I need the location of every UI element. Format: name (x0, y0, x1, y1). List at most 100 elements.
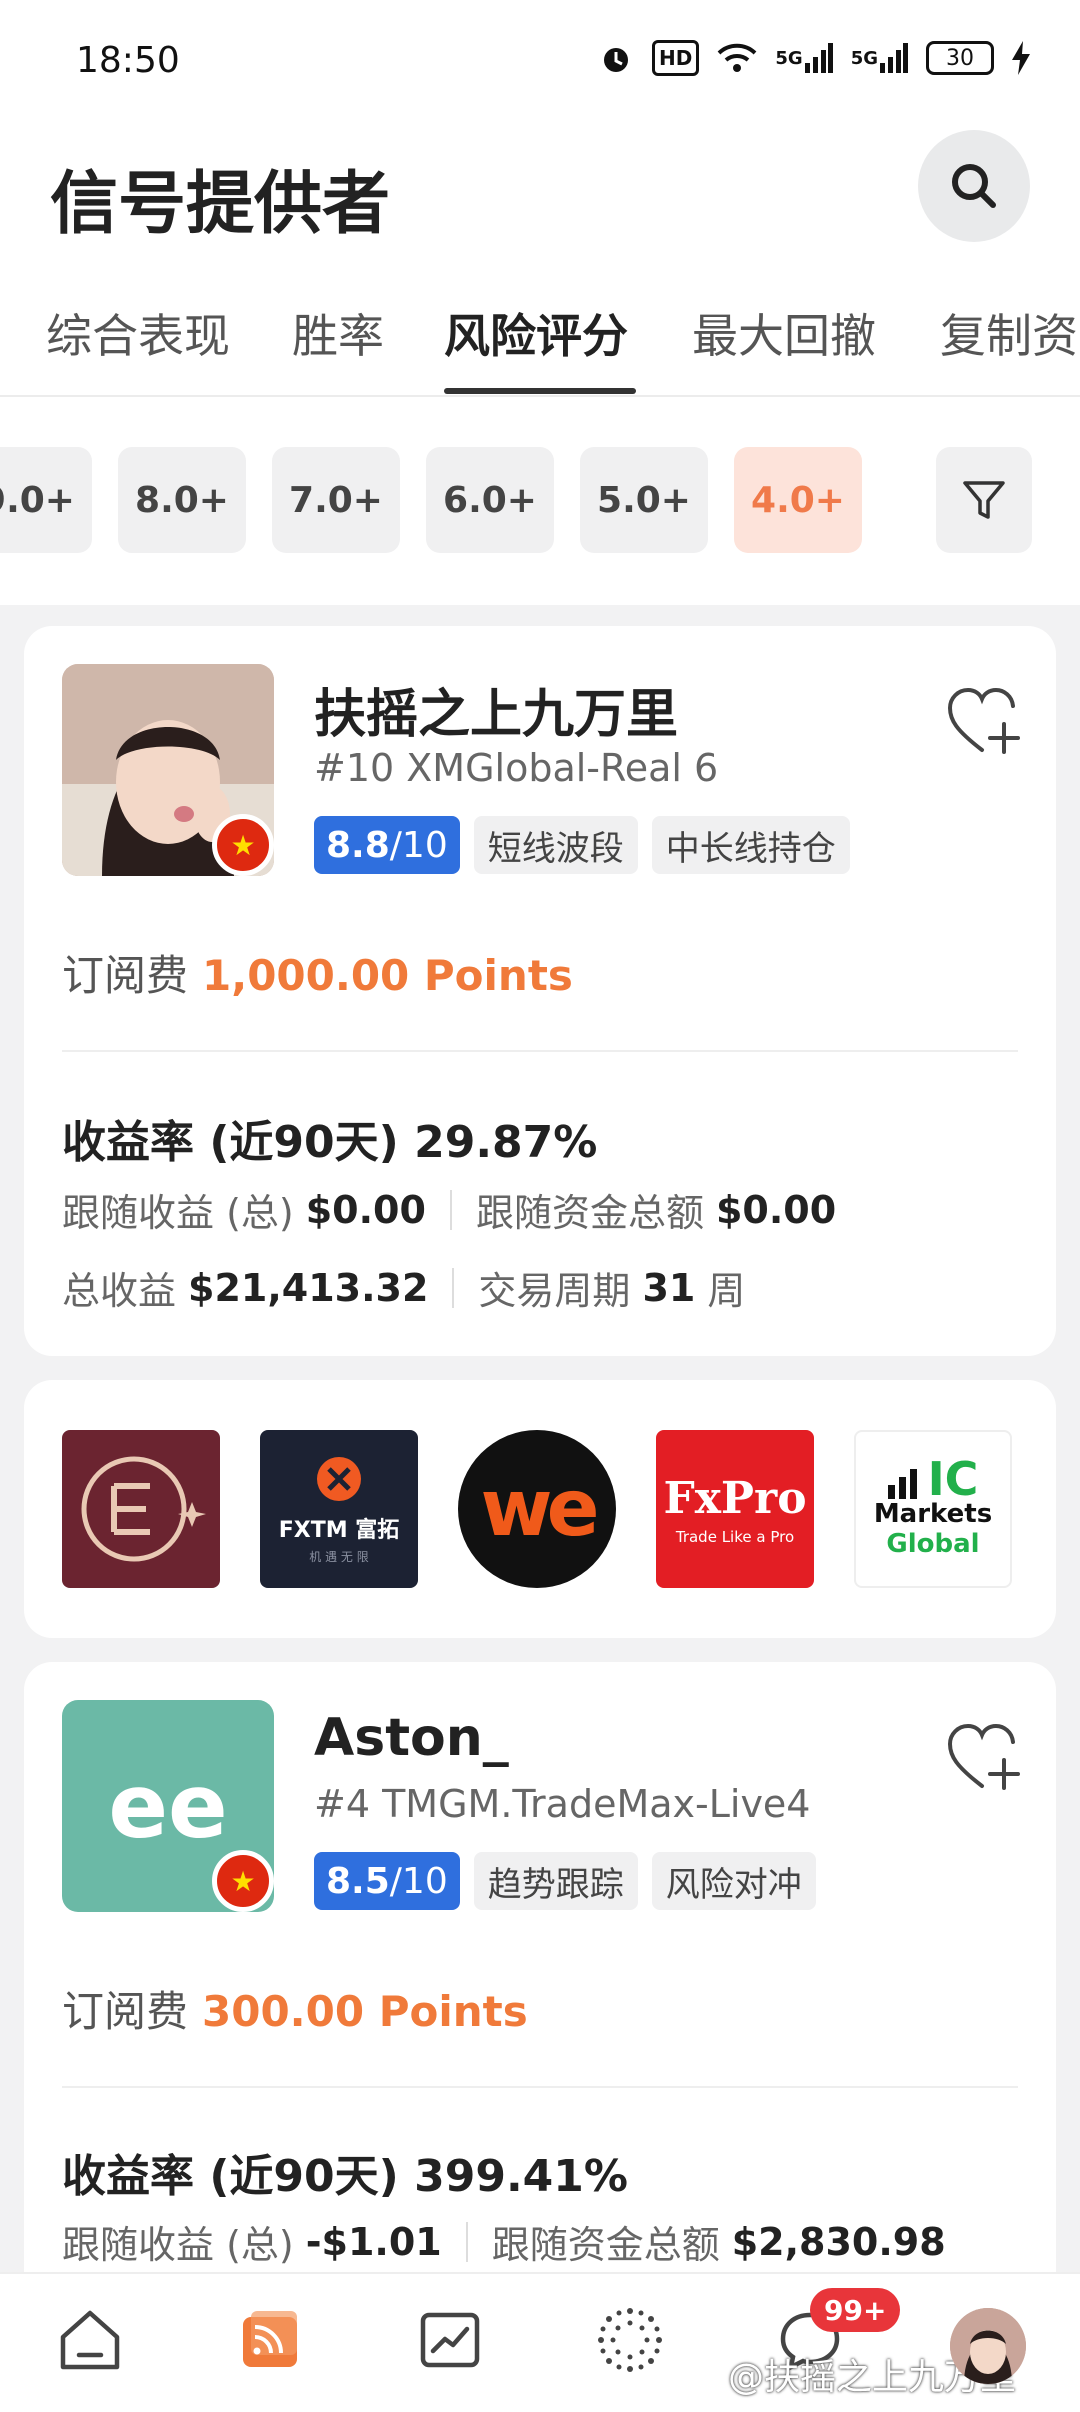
avatar-initials: ee (108, 1754, 228, 1858)
roi: 收益率 (近90天) 399.41% (62, 2140, 628, 2204)
risk-score-value: 8.5 (326, 1860, 390, 1902)
message-count-badge: 99+ (810, 2288, 901, 2332)
favorite-button[interactable] (946, 1722, 1022, 1794)
fee-value: 1,000.00 Points (202, 951, 573, 1000)
fxtm-logo[interactable]: FXTM 富拓 机 遇 无 限 (260, 1430, 418, 1588)
nav-profile-avatar[interactable] (950, 2308, 1026, 2384)
home-icon (60, 2310, 120, 2370)
subscription-fee: 订阅费 300.00 Points (62, 1978, 528, 2039)
search-button[interactable] (918, 130, 1030, 242)
provider-card[interactable]: ee ★ Aston_ #4 TMGM.TradeMax-Live4 8.5/1… (24, 1662, 1056, 2302)
fxtm-slogan: 机 遇 无 限 (309, 1549, 369, 1564)
network-5g-label-2: 5G (850, 47, 878, 69)
total-stats: 总收益 $21,413.32 交易周期 31 周 (62, 1260, 745, 1315)
ebc-logo[interactable] (62, 1430, 220, 1588)
fxpro-slogan: Trade Like a Pro (675, 1527, 795, 1546)
separator (465, 2221, 468, 2262)
signal-icon-2: 5G (851, 40, 908, 76)
roi-value: 29.87% (414, 1117, 598, 1168)
provider-card[interactable]: ★ 扶摇之上九万里 #10 XMGlobal-Real 6 8.8/10 短线波… (24, 626, 1056, 1356)
filter-icon (963, 481, 1005, 519)
filter-chip-6[interactable]: 6.0+ (426, 447, 554, 553)
fxtm-label: FXTM 富拓 (278, 1517, 400, 1543)
follow-profit-label: 跟随收益 (总) (62, 1191, 294, 1235)
fxpro-logo[interactable]: FxPro Trade Like a Pro (656, 1430, 814, 1588)
risk-score-max: /10 (389, 1860, 448, 1902)
risk-score-badge: 8.8/10 (314, 816, 460, 874)
heart-plus-icon (947, 687, 1020, 754)
provider-name: Aston_ (314, 1708, 509, 1768)
score-filter-chips: 9.0+ 8.0+ 7.0+ 6.0+ 5.0+ 4.0+ (0, 397, 1080, 605)
alarm-icon (598, 40, 634, 76)
fee-label: 订阅费 (62, 951, 189, 1000)
roi-label: 收益率 (近90天) (62, 1117, 399, 1168)
trading-period-unit: 周 (707, 1269, 746, 1313)
total-profit-label: 总收益 (62, 1269, 177, 1313)
header: 信号提供者 (0, 120, 1080, 260)
nav-market[interactable] (410, 2300, 490, 2380)
follow-profit-label: 跟随收益 (总) (62, 2223, 294, 2267)
wifi-icon (717, 40, 757, 76)
fxpro-label: FxPro (663, 1472, 807, 1524)
roi: 收益率 (近90天) 29.87% (62, 1106, 597, 1170)
follow-funds-label: 跟随资金总额 (475, 1191, 704, 1235)
chart-icon (420, 2312, 480, 2368)
network-5g-label-1: 5G (775, 47, 803, 69)
style-tag: 趋势跟踪 (473, 1852, 638, 1910)
tab-win-rate[interactable]: 胜率 (292, 300, 384, 366)
active-tab-indicator (444, 388, 636, 394)
nav-home[interactable] (50, 2300, 130, 2380)
tab-overall[interactable]: 综合表现 (46, 300, 230, 366)
tab-copy-funds[interactable]: 复制资 (940, 300, 1078, 366)
style-tag: 短线波段 (473, 816, 638, 874)
we-logo[interactable]: we (458, 1430, 616, 1588)
tab-risk-score[interactable]: 风险评分 (444, 300, 628, 366)
ic-markets-logo[interactable]: IC Markets Global (854, 1430, 1012, 1588)
feed-icon (243, 2311, 297, 2367)
separator (449, 1189, 452, 1230)
filter-chip-7[interactable]: 7.0+ (272, 447, 400, 553)
follow-profit-value: $0.00 (305, 1187, 426, 1232)
tab-max-drawdown[interactable]: 最大回撤 (692, 300, 876, 366)
follow-profit-value: -$1.01 (305, 2219, 442, 2264)
hd-icon: HD (652, 40, 700, 76)
ic-label: IC (927, 1452, 979, 1506)
page-title: 信号提供者 (50, 165, 391, 244)
filter-chip-9[interactable]: 9.0+ (0, 447, 92, 553)
nav-discover[interactable] (590, 2300, 670, 2380)
we-logo-circle: we (458, 1430, 616, 1588)
search-icon (952, 164, 996, 208)
subscription-fee: 订阅费 1,000.00 Points (62, 942, 573, 1003)
provider-name: 扶摇之上九万里 (314, 685, 679, 745)
roi-label: 收益率 (近90天) (62, 2151, 399, 2202)
divider (62, 2086, 1018, 2088)
china-flag-icon: ★ (212, 814, 274, 876)
follow-funds-value: $2,830.98 (731, 2219, 946, 2264)
separator (452, 1267, 455, 1308)
roi-value: 399.41% (414, 2151, 628, 2202)
risk-score-max: /10 (389, 824, 448, 866)
fee-label: 订阅费 (62, 1987, 189, 2036)
provider-tags: 8.8/10 短线波段 中长线持仓 (314, 816, 850, 874)
risk-score-value: 8.8 (326, 824, 390, 866)
filter-button[interactable] (936, 447, 1032, 553)
divider (62, 1050, 1018, 1052)
follow-stats: 跟随收益 (总) $0.00 跟随资金总额 $0.00 (62, 1182, 836, 1237)
nav-feed[interactable] (230, 2300, 310, 2380)
filter-chip-4[interactable]: 4.0+ (734, 447, 862, 553)
sort-tabs: 综合表现 胜率 风险评分 最大回撤 复制资 (0, 260, 1080, 397)
status-bar: 18:50 HD 5G 5G 30 (0, 0, 1080, 120)
bottom-nav: 99+ @扶摇之上九万里 (0, 2272, 1080, 2412)
ic-global-label: Global (886, 1529, 980, 1559)
filter-chip-8[interactable]: 8.0+ (118, 447, 246, 553)
broker-logos: FXTM 富拓 机 遇 无 限 we FxPro Trade Like a Pr… (24, 1380, 1056, 1638)
ic-mark: IC (887, 1452, 979, 1506)
favorite-button[interactable] (946, 686, 1022, 758)
style-tag: 中长线持仓 (651, 816, 850, 874)
follow-stats: 跟随收益 (总) -$1.01 跟随资金总额 $2,830.98 (62, 2214, 946, 2269)
heart-plus-icon (947, 1723, 1020, 1790)
follow-funds-value: $0.00 (715, 1187, 837, 1232)
provider-server: #10 XMGlobal-Real 6 (314, 746, 719, 790)
filter-chip-5[interactable]: 5.0+ (580, 447, 708, 553)
trading-period-label: 交易周期 (478, 1269, 631, 1313)
